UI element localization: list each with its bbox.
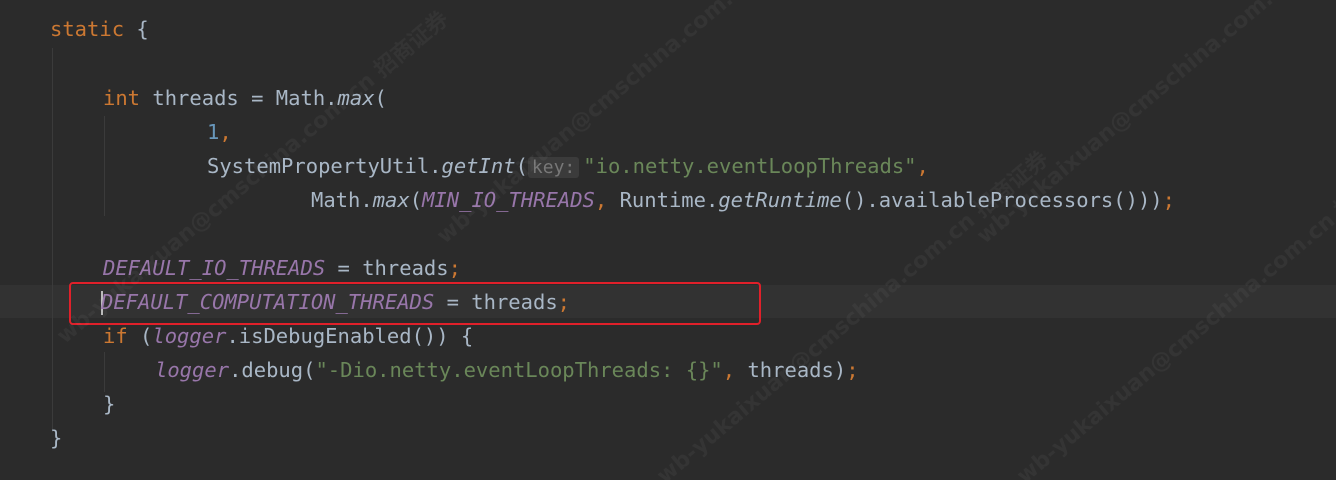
code-line-3: 1, (207, 115, 232, 149)
code-editor[interactable]: static { int threads = Math.max( 1, Syst… (0, 0, 1336, 480)
code-text: = threads (325, 256, 449, 280)
code-line-11: } (50, 421, 62, 455)
method-name: max (337, 86, 375, 110)
static-field: logger (152, 324, 227, 348)
indent-guide (104, 352, 105, 392)
method-name: getInt (441, 154, 516, 178)
punctuation: ; (846, 358, 859, 382)
method-name: max (372, 188, 410, 212)
code-text: threads = Math. (140, 86, 338, 110)
code-line-10: } (103, 387, 115, 421)
code-text: ().availableProcessors())) (841, 188, 1163, 212)
code-text: { (124, 17, 149, 41)
punctuation: ; (448, 256, 461, 280)
string-literal: "-Dio.netty.eventLoopThreads: {}" (315, 358, 723, 382)
code-text: Math. (311, 188, 373, 212)
code-line-5: Math.max(MIN_IO_THREADS, Runtime.getRunt… (311, 183, 1175, 217)
parameter-hint: key: (527, 157, 580, 178)
code-text: ( (409, 188, 423, 212)
punctuation: , (219, 120, 232, 144)
indent-guide (52, 48, 53, 432)
code-text: .debug( (229, 358, 316, 382)
method-name: getRuntime (718, 188, 842, 212)
code-text: ( (374, 86, 387, 110)
annotation-red-box (69, 282, 761, 325)
static-field: MIN_IO_THREADS (422, 188, 595, 212)
code-text: .isDebugEnabled()) { (226, 324, 474, 348)
keyword: static (50, 17, 125, 41)
string-literal: "io.netty.eventLoopThreads" (583, 154, 917, 178)
code-text: Runtime. (607, 188, 719, 212)
indent-guide (104, 116, 105, 216)
code-line-2: int threads = Math.max( (103, 81, 387, 115)
number-literal: 1 (207, 120, 220, 144)
keyword: int (103, 86, 141, 110)
punctuation: ; (1162, 188, 1175, 212)
static-field: logger (155, 358, 230, 382)
static-field: DEFAULT_IO_THREADS (103, 256, 326, 280)
keyword: if (103, 324, 128, 348)
code-text: } (103, 392, 116, 416)
punctuation: , (594, 188, 608, 212)
code-text: SystemPropertyUtil. (207, 154, 442, 178)
code-line-6: DEFAULT_IO_THREADS = threads; (103, 251, 461, 285)
punctuation: , (722, 358, 736, 382)
punctuation: , (916, 154, 929, 178)
code-text: } (50, 426, 63, 450)
code-line-9: logger.debug("-Dio.netty.eventLoopThread… (155, 353, 859, 387)
code-line-1: static { (50, 12, 149, 46)
code-line-4: SystemPropertyUtil.getInt(key: "io.netty.… (207, 149, 929, 183)
code-text: threads) (735, 358, 847, 382)
code-text: ( (515, 154, 528, 178)
code-text: ( (127, 324, 153, 348)
